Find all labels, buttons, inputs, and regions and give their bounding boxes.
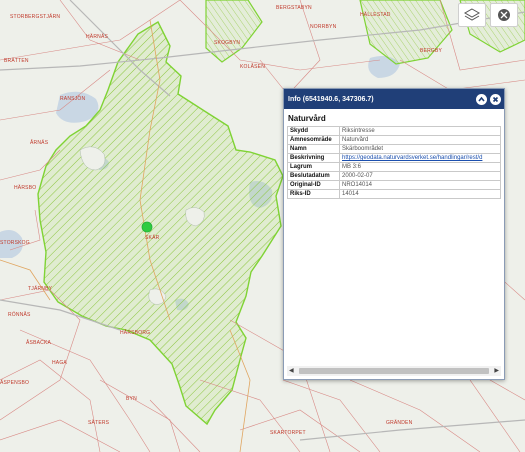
place-label: SÄTERS: [88, 420, 110, 426]
collapse-button[interactable]: [476, 94, 487, 105]
table-row: Beskrivning https://geodata.naturvardsver…: [287, 153, 501, 163]
attribute-key: Lagrum: [287, 162, 340, 172]
attribute-value: Skärboområdet: [339, 144, 501, 154]
place-label: HAGA: [52, 360, 67, 366]
place-label: SKARTORPET: [270, 430, 306, 436]
close-popup-button[interactable]: [490, 94, 501, 105]
close-icon: [498, 9, 510, 21]
place-label: BERGBY: [420, 48, 443, 54]
attribute-value: Riksintresse: [339, 126, 501, 136]
table-row: Riks-ID 14014: [287, 189, 501, 199]
selected-point-marker[interactable]: [141, 221, 153, 233]
place-label: SKOGBYN: [214, 40, 241, 46]
info-popup: Info (6541940.6, 347306.7) Naturvård Sky…: [283, 88, 505, 380]
close-icon: [492, 96, 499, 103]
place-label: GRÄNDEN: [386, 420, 413, 426]
horizontal-scrollbar[interactable]: ◀ ▶: [287, 366, 501, 376]
place-label: SKÄR: [145, 235, 160, 241]
attribute-key: Riks-ID: [287, 189, 340, 199]
table-row: Lagrum MB 3:6: [287, 162, 501, 172]
place-label: STORBERGSTJÄRN: [10, 14, 61, 20]
chevron-up-icon: [478, 96, 485, 102]
place-label: BRÄTTEN: [4, 58, 29, 64]
popup-body: Naturvård Skydd Riksintresse Ämnesområde Na…: [284, 109, 504, 199]
place-label: ÅSBACKA: [26, 340, 52, 346]
place-label: KOLÅSEN: [240, 64, 266, 70]
scrollbar-thumb[interactable]: [299, 368, 489, 374]
table-row: Skydd Riksintresse: [287, 126, 501, 136]
place-label: BERGSTABYN: [276, 5, 312, 11]
attribute-key: Ämnesområde: [287, 135, 340, 145]
table-row: Original-ID NRO14014: [287, 180, 501, 190]
scroll-right-icon[interactable]: ▶: [494, 366, 499, 376]
attribute-table: Skydd Riksintresse Ämnesområde Naturvård Nam…: [287, 126, 501, 199]
place-label: HÄLLESTAD: [360, 12, 391, 18]
attribute-key: Beskrivning: [287, 153, 340, 163]
table-row: Namn Skärboområdet: [287, 144, 501, 154]
attribute-key: Skydd: [287, 126, 340, 136]
attribute-value: 14014: [339, 189, 501, 199]
attribute-value: Naturvård: [339, 135, 501, 145]
map-tool-button[interactable]: [490, 3, 518, 27]
layer-title: Naturvård: [288, 114, 326, 123]
attribute-key: Namn: [287, 144, 340, 154]
place-label: STORSKOG: [0, 240, 30, 246]
place-label: ÄSPENSBO: [0, 380, 30, 386]
place-label: RANSJÖN: [60, 96, 86, 102]
map-tool-button[interactable]: [458, 3, 486, 27]
attribute-value: 2000-02-07: [339, 171, 501, 181]
attribute-link[interactable]: https://geodata.naturvardsverket.se/hand…: [339, 153, 501, 163]
layers-icon: [463, 8, 481, 21]
scroll-left-icon[interactable]: ◀: [289, 366, 294, 376]
popup-header: Info (6541940.6, 347306.7): [284, 89, 504, 109]
place-label: HÄRSBO: [14, 185, 37, 191]
place-label: ÅRNÄS: [30, 140, 49, 146]
table-row: Ämnesområde Naturvård: [287, 135, 501, 145]
attribute-value: NRO14014: [339, 180, 501, 190]
place-label: HÄRNÄS: [86, 34, 109, 40]
place-label: RÖNNÅS: [8, 312, 31, 318]
attribute-key: Original-ID: [287, 180, 340, 190]
place-label: NORRBYN: [310, 24, 337, 30]
table-row: Beslutadatum 2000-02-07: [287, 171, 501, 181]
attribute-value: MB 3:6: [339, 162, 501, 172]
place-label: TJÄRNBY: [28, 286, 53, 292]
place-label: HÅRSBORG: [120, 330, 151, 336]
attribute-key: Beslutadatum: [287, 171, 340, 181]
popup-title: Info (6541940.6, 347306.7): [288, 95, 374, 103]
place-label: BYN: [126, 396, 137, 402]
